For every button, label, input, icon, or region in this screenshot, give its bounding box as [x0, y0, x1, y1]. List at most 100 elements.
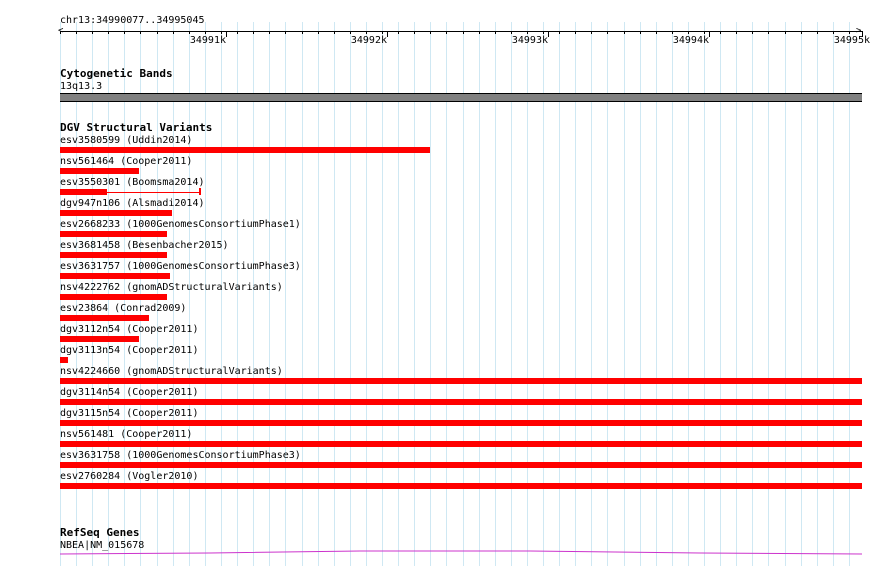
variant-label[interactable]: dgv947n106 (Alsmadi2014) [60, 198, 205, 209]
ruler-minor-tick [640, 31, 641, 34]
ruler-minor-tick [221, 31, 222, 34]
ruler-tick-label: 34994k [672, 35, 709, 46]
gene-intron-line [60, 550, 862, 555]
variant-bar[interactable] [60, 399, 862, 405]
ruler-minor-tick [672, 31, 673, 34]
ruler-minor-tick [624, 31, 625, 34]
ruler-tick-label: 34995k [833, 35, 870, 46]
variant-label[interactable]: nsv4224660 (gnomADStructuralVariants) [60, 366, 283, 377]
variant-end-marker [199, 188, 201, 195]
variant-label[interactable]: esv23864 (Conrad2009) [60, 303, 186, 314]
ruler-minor-tick [269, 31, 270, 34]
ruler-minor-tick [318, 31, 319, 34]
variant-label[interactable]: esv3550301 (Boomsma2014) [60, 177, 205, 188]
variant-bar[interactable] [60, 378, 862, 384]
ruler-minor-tick [173, 31, 174, 34]
ruler-major-tick [226, 31, 227, 37]
ruler-minor-tick [124, 31, 125, 34]
variant-bar[interactable] [60, 441, 862, 447]
variant-label[interactable]: dgv3113n54 (Cooper2011) [60, 345, 198, 356]
ruler-minor-tick [350, 31, 351, 34]
ruler-minor-tick [366, 31, 367, 34]
ruler-minor-tick [302, 31, 303, 34]
variant-bar[interactable] [60, 294, 167, 300]
cytoband-bar[interactable] [60, 93, 862, 102]
ruler-minor-tick [527, 31, 528, 34]
variant-bar[interactable] [60, 357, 68, 363]
dgv-track-title: DGV Structural Variants [60, 121, 213, 134]
variant-bar[interactable] [60, 336, 139, 342]
ruler-minor-tick [591, 31, 592, 34]
ruler-major-tick [387, 31, 388, 37]
variant-label[interactable]: nsv4222762 (gnomADStructuralVariants) [60, 282, 283, 293]
ruler-minor-tick [92, 31, 93, 34]
ruler-minor-tick [575, 31, 576, 34]
ruler-minor-tick [688, 31, 689, 34]
ruler-minor-tick [559, 31, 560, 34]
ruler-axis [60, 31, 862, 32]
ruler-minor-tick [430, 31, 431, 34]
variant-label[interactable]: esv2760284 (Vogler2010) [60, 471, 198, 482]
cytoband-label: 13q13.3 [60, 81, 103, 92]
ruler-minor-tick [720, 31, 721, 34]
ruler-minor-tick [382, 31, 383, 34]
refseq-track-title: RefSeq Genes [60, 526, 140, 539]
ruler-minor-tick [334, 31, 335, 34]
variant-label[interactable]: nsv561481 (Cooper2011) [60, 429, 192, 440]
variant-bar[interactable] [60, 168, 139, 174]
ruler-minor-tick [108, 31, 109, 34]
ruler-tick-label: 34993k [511, 35, 548, 46]
variant-label[interactable]: esv3631757 (1000GenomesConsortiumPhase3) [60, 261, 301, 272]
variant-bar[interactable] [60, 273, 170, 279]
variant-label[interactable]: esv3631758 (1000GenomesConsortiumPhase3) [60, 450, 301, 461]
ruler-minor-tick [463, 31, 464, 34]
ruler-minor-tick [511, 31, 512, 34]
ruler-minor-tick [704, 31, 705, 34]
variant-label[interactable]: nsv561464 (Cooper2011) [60, 156, 192, 167]
ruler-minor-tick [285, 31, 286, 34]
cytoband-track-title: Cytogenetic Bands [60, 67, 173, 80]
genome-browser-view: chr13:34990077..34995045 < > 34991k 3499… [0, 0, 890, 566]
variant-bar[interactable] [60, 189, 107, 195]
ruler-major-tick [548, 31, 549, 37]
ruler-minor-tick [768, 31, 769, 34]
variant-bar[interactable] [60, 252, 167, 258]
ruler-minor-tick [801, 31, 802, 34]
ruler-minor-tick [60, 31, 61, 34]
ruler-minor-tick [140, 31, 141, 34]
ruler-minor-tick [833, 31, 834, 34]
variant-bar[interactable] [60, 210, 172, 216]
variant-label[interactable]: dgv3115n54 (Cooper2011) [60, 408, 198, 419]
ruler-minor-tick [543, 31, 544, 34]
ruler-minor-tick [785, 31, 786, 34]
variant-bar[interactable] [60, 462, 862, 468]
ruler-minor-tick [446, 31, 447, 34]
ruler-minor-tick [607, 31, 608, 34]
ruler-tick-label: 34992k [350, 35, 387, 46]
variant-label[interactable]: esv2668233 (1000GenomesConsortiumPhase1) [60, 219, 301, 230]
variant-connector [107, 192, 200, 193]
variant-label[interactable]: dgv3114n54 (Cooper2011) [60, 387, 198, 398]
ruler-minor-tick [157, 31, 158, 34]
ruler-minor-tick [398, 31, 399, 34]
ruler-minor-tick [656, 31, 657, 34]
ruler-minor-tick [479, 31, 480, 34]
variant-bar[interactable] [60, 420, 862, 426]
variant-bar[interactable] [60, 483, 862, 489]
ruler-minor-tick [752, 31, 753, 34]
ruler-major-tick [709, 31, 710, 37]
ruler-minor-tick [237, 31, 238, 34]
variant-label[interactable]: dgv3112n54 (Cooper2011) [60, 324, 198, 335]
variant-label[interactable]: esv3681458 (Besenbacher2015) [60, 240, 229, 251]
ruler-minor-tick [849, 31, 850, 34]
ruler-minor-tick [189, 31, 190, 34]
variant-label[interactable]: esv3580599 (Uddin2014) [60, 135, 192, 146]
ruler-minor-tick [736, 31, 737, 34]
ruler-minor-tick [253, 31, 254, 34]
variant-bar[interactable] [60, 315, 149, 321]
variant-bar[interactable] [60, 147, 430, 153]
gene-model[interactable] [60, 548, 862, 556]
ruler-minor-tick [495, 31, 496, 34]
ruler-minor-tick [76, 31, 77, 34]
variant-bar[interactable] [60, 231, 167, 237]
